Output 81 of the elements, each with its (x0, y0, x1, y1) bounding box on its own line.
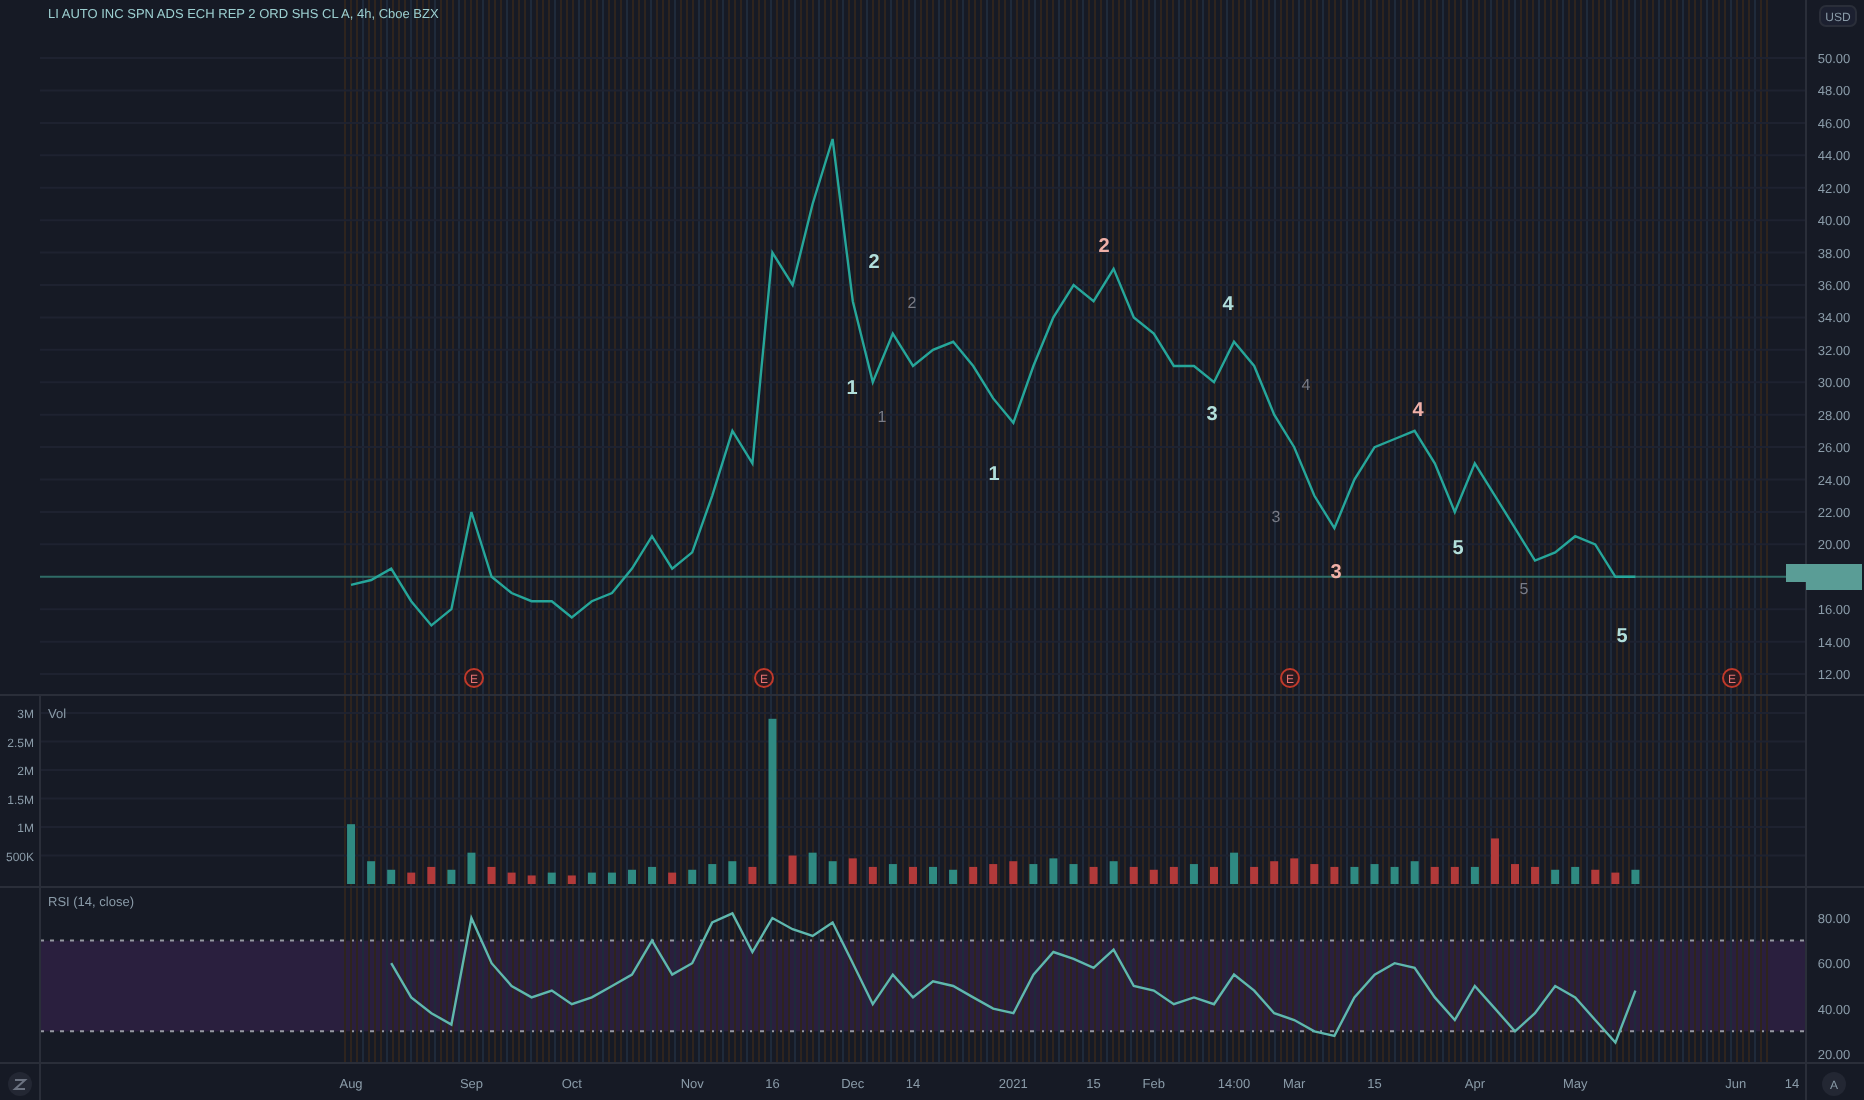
volume-bar (788, 855, 797, 884)
wave-label: 4 (1222, 294, 1234, 316)
volume-bar (708, 864, 717, 884)
volume-bar (1210, 866, 1218, 884)
volume-bar (908, 866, 917, 884)
volume-bar (527, 875, 536, 884)
volume-bar (1069, 864, 1078, 884)
volume-bar (1390, 866, 1399, 884)
volume-bar (868, 866, 877, 884)
wave-label: 2 (1098, 236, 1110, 258)
wave-label: 3 (1330, 562, 1342, 584)
volume-bar (888, 864, 897, 884)
volume-bar (607, 872, 616, 884)
volume-bar (1591, 869, 1600, 884)
volume-bar (507, 872, 516, 884)
wave-label: 5 (1616, 626, 1628, 648)
wave-label: 2 (907, 294, 917, 312)
wave-label: 1 (846, 378, 858, 400)
volume-bar (1370, 864, 1379, 884)
volume-bar (1631, 869, 1640, 884)
volume-bar (1129, 866, 1138, 884)
volume-bar (1009, 861, 1018, 884)
volume-bar (1470, 866, 1479, 884)
volume-bar (949, 869, 958, 884)
volume-bar (668, 872, 677, 884)
volume-bar (748, 866, 757, 884)
volume-bar (989, 864, 998, 884)
volume-bar (1290, 858, 1299, 884)
volume-bar (407, 872, 416, 884)
volume-bar (1450, 866, 1459, 884)
wave-label: 1 (877, 408, 887, 426)
volume-bar (828, 861, 837, 884)
wave-label: 5 (1519, 580, 1529, 598)
volume-bar (1330, 866, 1339, 884)
volume-bar (427, 866, 436, 884)
volume-bar (848, 858, 857, 884)
volume-bar (1089, 866, 1098, 884)
volume-bar (467, 852, 476, 884)
volume-bar (1511, 864, 1519, 884)
volume-bar (487, 866, 496, 884)
volume-bar (1430, 866, 1439, 884)
wave-label: 5 (1452, 538, 1464, 560)
volume-bar (1531, 866, 1540, 884)
volume-bar (547, 872, 556, 884)
volume-bar (447, 869, 456, 884)
volume-bar (1189, 864, 1198, 884)
volume-bar (688, 869, 697, 884)
wave-label: 3 (1271, 508, 1281, 526)
volume-bar (1169, 866, 1178, 884)
price-marker (1786, 564, 1862, 591)
volume-bar (1230, 852, 1239, 884)
volume-bar (1109, 861, 1118, 884)
volume-bar (1250, 866, 1259, 884)
volume-bar (1551, 869, 1560, 884)
wave-label: 2 (868, 252, 880, 274)
volume-bar (929, 866, 938, 884)
volume-bar (347, 824, 356, 884)
volume-bar (567, 875, 576, 884)
volume-bar (367, 861, 376, 884)
volume-bar (808, 852, 817, 884)
timezone-icon[interactable] (8, 1072, 32, 1096)
volume-bar (1410, 861, 1419, 884)
volume-bar (587, 872, 596, 884)
volume-bar (1350, 866, 1359, 884)
volume-bar (387, 869, 396, 884)
volume-bar (1571, 866, 1580, 884)
volume-bar (969, 866, 978, 884)
volume-bar (648, 866, 657, 884)
wave-label: 4 (1412, 400, 1424, 422)
volume-bar (1490, 838, 1499, 884)
volume-bar (1310, 864, 1319, 884)
volume-bar (1029, 864, 1038, 884)
volume-bar (728, 861, 737, 884)
wave-label: 1 (988, 464, 1000, 486)
wave-label: 4 (1301, 376, 1311, 394)
volume-bar (628, 869, 636, 884)
wave-label: 3 (1206, 404, 1218, 426)
volume-bar (1049, 858, 1058, 884)
volume-bar (1149, 869, 1158, 884)
volume-bar (1611, 872, 1620, 884)
volume-bar (1270, 861, 1279, 884)
